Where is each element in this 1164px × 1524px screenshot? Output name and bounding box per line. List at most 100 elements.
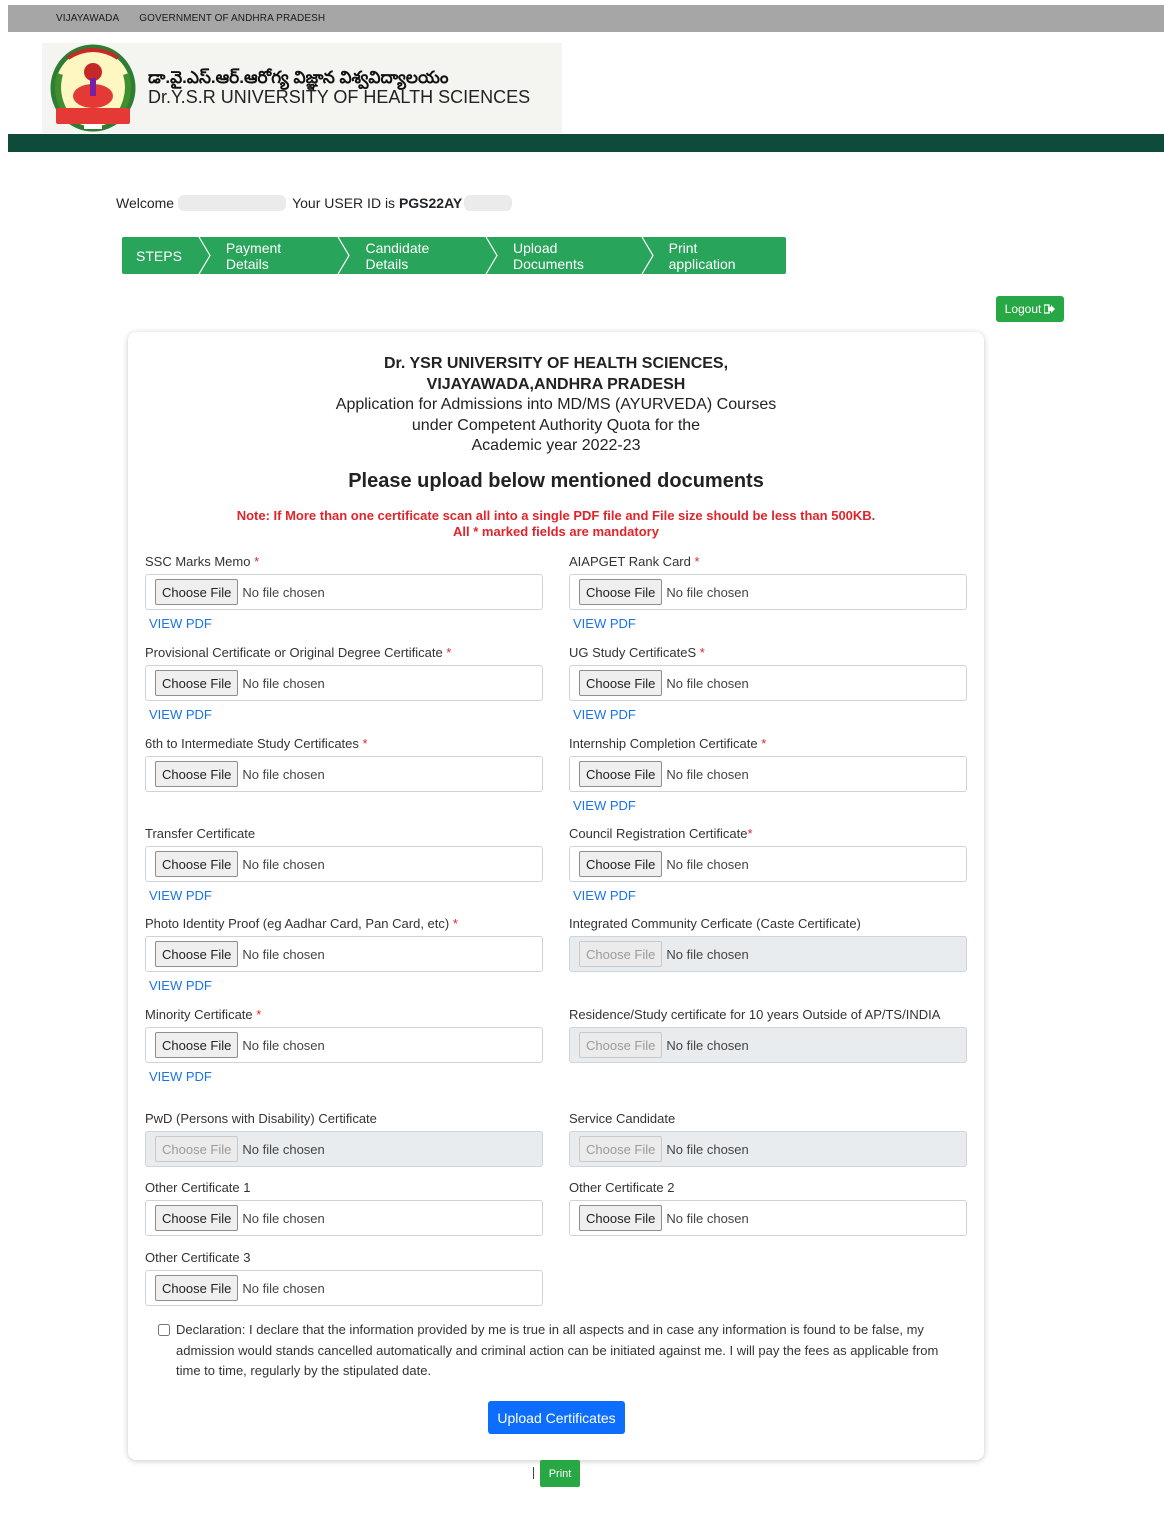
view-pdf-link[interactable]: VIEW PDF [149,978,543,993]
field-label: Photo Identity Proof (eg Aadhar Card, Pa… [145,916,543,934]
field-label-text: Integrated Community Cerficate (Caste Ce… [569,916,861,931]
file-input[interactable]: Choose File No file chosen [569,756,967,792]
heading-line-4: under Competent Authority Quota for the [411,416,701,434]
upload-field: Residence/Study certificate for 10 years… [569,1007,967,1063]
step-payment-details[interactable]: Payment Details [206,237,351,274]
file-status: No file chosen [242,1210,325,1226]
required-asterisk: * [690,554,700,569]
upload-field: Provisional Certificate or Original Degr… [145,645,543,722]
upload-field: Internship Completion Certificate * Choos… [569,736,967,813]
view-pdf-link[interactable]: VIEW PDF [573,616,967,631]
upload-field: Other Certificate 1 Choose File No file ch… [145,1180,543,1236]
upload-field: UG Study CertificateS * Choose File No fil… [569,645,967,722]
view-pdf-link[interactable]: VIEW PDF [573,888,967,903]
file-status: No file chosen [242,856,325,872]
print-button[interactable]: Print [540,1460,580,1487]
file-status: No file chosen [666,1210,749,1226]
field-label-text: Minority Certificate [145,1007,253,1022]
choose-file-button[interactable]: Choose File [155,579,239,605]
view-pdf-link[interactable]: VIEW PDF [573,707,967,722]
field-label-text: Internship Completion Certificate [569,736,758,751]
application-heading: Dr. YSR UNIVERSITY OF HEALTH SCIENCES, V… [128,354,984,457]
view-pdf-link[interactable]: VIEW PDF [149,1069,543,1084]
required-asterisk: * [250,554,260,569]
choose-file-button[interactable]: Choose File [579,670,663,696]
field-label: Internship Completion Certificate * [569,736,967,754]
step-label: Upload Documents [513,239,584,272]
file-input[interactable]: Choose File No file chosen [569,1200,967,1236]
file-status: No file chosen [666,856,749,872]
choose-file-button[interactable]: Choose File [155,1032,239,1058]
step-label: Print application [668,239,736,272]
view-pdf-link[interactable]: VIEW PDF [149,707,543,722]
brand-banner: డా.వై.ఎస్.ఆర్.ఆరోగ్య విజ్ఞాన విశ్వవిద్యా… [42,43,562,133]
field-label-text: Other Certificate 3 [145,1250,251,1265]
field-label: Integrated Community Cerficate (Caste Ce… [569,916,967,934]
file-input[interactable]: Choose File No file chosen [145,756,543,792]
choose-file-button[interactable]: Choose File [155,670,239,696]
file-input[interactable]: Choose File No file chosen [569,665,967,701]
declaration-checkbox[interactable] [158,1324,170,1336]
upload-certificates-button[interactable]: Upload Certificates [488,1401,625,1434]
required-asterisk: * [747,826,753,841]
upload-field: 6th to Intermediate Study Certificates *… [145,736,543,792]
file-input[interactable]: Choose File No file chosen [145,574,543,610]
required-asterisk: * [449,916,458,931]
file-input[interactable]: Choose File No file chosen [145,846,543,882]
upload-field: SSC Marks Memo * Choose File No file chose… [145,554,543,631]
welcome-label: Welcome [116,195,175,211]
field-label: 6th to Intermediate Study Certificates * [145,736,543,754]
choose-file-button[interactable]: Choose File [155,851,239,877]
field-label-text: AIAPGET Rank Card [569,554,691,569]
brand-name-english: Dr.Y.S.R UNIVERSITY OF HEALTH SCIENCES [148,87,531,108]
field-label-text: Residence/Study certificate for 10 years… [569,1007,941,1022]
upload-note: Note: If More than one certificate scan … [128,508,984,540]
view-pdf-link[interactable]: VIEW PDF [149,888,543,903]
field-label: Other Certificate 2 [569,1180,967,1198]
file-status: No file chosen [242,1141,325,1157]
required-asterisk: * [252,1007,262,1022]
step-label: STEPS [136,247,182,264]
field-label: Council Registration Certificate* [569,826,967,844]
step-upload-documents[interactable]: Upload Documents [493,237,654,274]
upload-field: Service Candidate Choose File No file chos… [569,1111,967,1167]
step-print-application[interactable]: Print application [649,237,786,274]
view-pdf-link[interactable]: VIEW PDF [573,798,967,813]
file-status: No file chosen [666,584,749,600]
file-input[interactable]: Choose File No file chosen [569,846,967,882]
choose-file-button: Choose File [155,1136,239,1162]
view-pdf-link[interactable]: VIEW PDF [149,616,543,631]
file-input[interactable]: Choose File No file chosen [569,574,967,610]
field-label: Minority Certificate * [145,1007,543,1025]
file-input[interactable]: Choose File No file chosen [145,665,543,701]
file-status: No file chosen [666,1141,749,1157]
declaration-text: Declaration: I declare that the informat… [176,1322,939,1379]
steps-breadcrumb: STEPS Payment Details Candidate Details … [122,237,786,274]
file-status: No file chosen [242,1037,325,1053]
file-status: No file chosen [242,766,325,782]
heading-line-3: Application for Admissions into MD/MS (A… [335,396,777,414]
step-candidate-details[interactable]: Candidate Details [345,237,498,274]
choose-file-button[interactable]: Choose File [579,579,663,605]
choose-file-button[interactable]: Choose File [155,941,239,967]
file-input[interactable]: Choose File No file chosen [145,1200,543,1236]
file-status: No file chosen [242,1280,325,1296]
file-input[interactable]: Choose File No file chosen [145,936,543,972]
choose-file-button[interactable]: Choose File [579,851,663,877]
choose-file-button[interactable]: Choose File [155,1205,239,1231]
required-asterisk: * [442,645,452,660]
choose-file-button[interactable]: Choose File [579,761,663,787]
logout-button[interactable]: Logout [996,296,1064,322]
choose-file-button[interactable]: Choose File [579,1205,663,1231]
field-label-text: UG Study CertificateS [569,645,697,660]
declaration[interactable]: Declaration: I declare that the informat… [158,1320,958,1382]
field-label: Other Certificate 1 [145,1180,543,1198]
file-input[interactable]: Choose File No file chosen [145,1027,543,1063]
heading-line-1: Dr. YSR UNIVERSITY OF HEALTH SCIENCES, [383,355,729,372]
choose-file-button[interactable]: Choose File [155,761,239,787]
choose-file-button[interactable]: Choose File [155,1275,239,1301]
field-label-text: SSC Marks Memo [145,554,251,569]
file-input[interactable]: Choose File No file chosen [145,1270,543,1306]
logout-icon [1044,304,1056,314]
choose-file-button: Choose File [579,1032,663,1058]
